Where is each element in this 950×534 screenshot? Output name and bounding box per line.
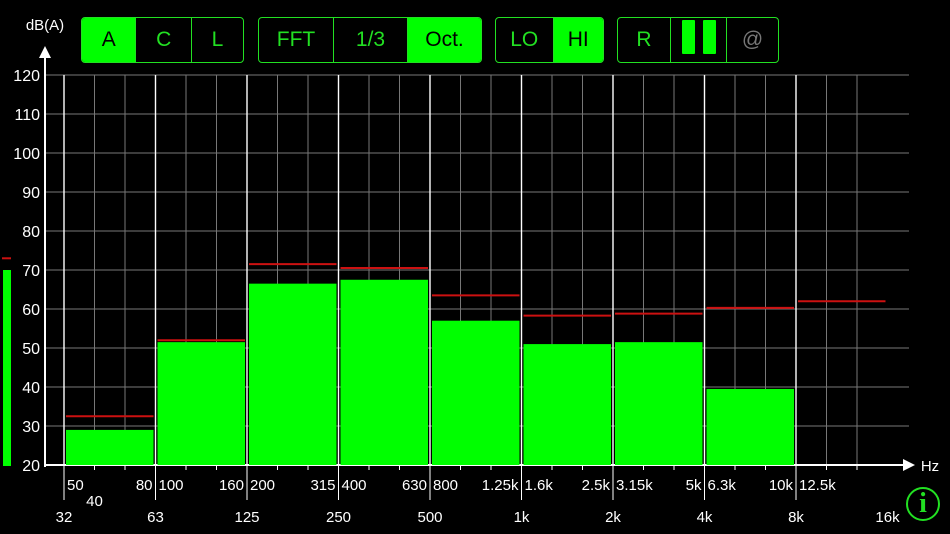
x-tick-label: 4k [697,509,713,526]
octave-bar [66,429,154,465]
y-axis-label: dB(A) [26,17,64,34]
x-tick-label: 50 [67,477,84,494]
level-meter-bar [3,270,11,466]
x-tick-label: 16k [875,509,900,526]
x-tick-label: 400 [342,477,367,494]
octave-bar [706,388,794,465]
y-axis-arrow [39,46,51,58]
x-tick-label: 160 [219,477,244,494]
x-tick-label: 5k [686,477,702,494]
x-tick-label: 8k [788,509,804,526]
x-axis-label: Hz [921,458,939,475]
x-tick-label: 315 [310,477,335,494]
x-tick-label: 500 [417,509,442,526]
x-tick-label: 1.6k [525,477,554,494]
x-tick-label: 2k [605,509,621,526]
x-tick-label: 200 [250,477,275,494]
octave-bar [249,283,337,465]
x-tick-label: 10k [769,477,794,494]
x-tick-label: 3.15k [616,477,653,494]
x-tick-label: 100 [159,477,184,494]
x-tick-label: 250 [326,509,351,526]
y-tick-label: 70 [22,263,40,280]
x-tick-label: 125 [234,509,259,526]
octave-bar [432,320,520,465]
y-tick-label: 20 [22,458,40,475]
octave-bar [157,342,245,465]
x-tick-label: 40 [86,493,103,510]
y-tick-label: 60 [22,302,40,319]
octave-bar [615,342,703,465]
x-tick-label: 2.5k [582,477,611,494]
octave-bar [340,279,428,465]
y-tick-label: 100 [13,146,40,163]
y-tick-label: 110 [14,107,40,124]
x-tick-label: 800 [433,477,458,494]
info-icon[interactable]: i [906,487,940,521]
x-tick-label: 63 [147,509,164,526]
octave-bar [523,344,611,465]
y-tick-label: 50 [22,341,40,358]
y-tick-label: 80 [22,224,40,241]
x-tick-label: 630 [402,477,427,494]
x-tick-label: 32 [56,509,73,526]
x-tick-label: 1.25k [482,477,519,494]
y-tick-label: 90 [22,185,40,202]
x-tick-label: 12.5k [799,477,836,494]
x-tick-label: 80 [136,477,153,494]
x-tick-label: 6.3k [708,477,737,494]
x-tick-label: 1k [514,509,530,526]
y-tick-label: 40 [22,380,40,397]
y-tick-label: 120 [13,68,40,85]
x-axis-arrow [903,459,915,471]
y-tick-label: 30 [22,419,40,436]
octave-band-chart: 2030405060708090100110120dB(A)Hz50 80 100 1… [2,17,939,526]
